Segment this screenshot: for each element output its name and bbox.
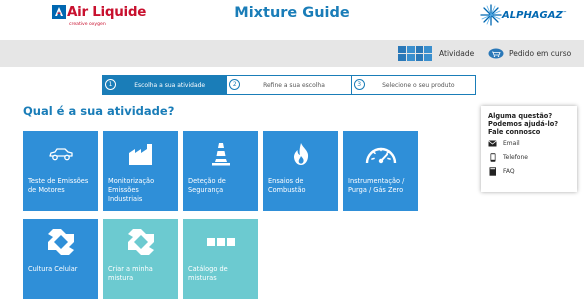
cell-culture-icon: [47, 229, 74, 255]
faq-icon: [489, 166, 496, 176]
flame-icon: [293, 143, 308, 165]
header: Air Liquide creative oxygen Mixture Guid…: [0, 0, 584, 40]
catalog-icon: [206, 238, 235, 246]
help-phone-label: Telefone: [503, 153, 528, 161]
envelope-icon: [488, 139, 497, 146]
alphagaz-burst-icon: [480, 4, 502, 26]
order-in-progress-button[interactable]: Pedido em curso: [488, 40, 571, 67]
step-choose-activity[interactable]: 1 Escolha a sua atividade: [103, 76, 227, 94]
step-number: 2: [229, 79, 241, 90]
phone-icon: [490, 152, 495, 162]
step-refine-choice[interactable]: 2 Refine a sua escolha: [226, 76, 350, 94]
traffic-cone-icon: [211, 143, 230, 166]
tile-label: Criar a minha mistura: [108, 265, 153, 282]
help-title: Alguma questão? Podemos ajudá-lo? Fale c…: [488, 112, 559, 136]
help-phone-link[interactable]: Telefone: [488, 150, 570, 164]
tile-create-my-mixture[interactable]: Criar a minha mistura: [103, 219, 178, 299]
step-number: 3: [353, 79, 365, 90]
tile-label: Cultura Celular: [28, 265, 78, 273]
tile-industrial-emissions[interactable]: Monitorização Emissões Industriais: [103, 131, 178, 211]
tile-instrumentation[interactable]: Instrumentação / Purga / Gás Zero: [343, 131, 418, 211]
car-icon: [48, 148, 73, 161]
alphagaz-logo-text: ALPHAGAZ™: [502, 10, 567, 21]
activity-label: Atividade: [439, 49, 475, 58]
tile-label: Ensaios de Combustão: [268, 177, 306, 194]
alphagaz-name: ALPHAGAZ: [502, 10, 563, 21]
cart-icon: [488, 48, 504, 59]
tile-combustion-testing[interactable]: Ensaios de Combustão: [263, 131, 338, 211]
section-title: Qual é a sua atividade?: [23, 104, 175, 118]
tile-label: Deteção de Segurança: [188, 177, 226, 194]
step-label: Refine a sua escolha: [263, 81, 325, 89]
step-label: Selecione o seu produto: [382, 81, 455, 89]
tile-label: Monitorização Emissões Industriais: [108, 177, 155, 203]
help-email-label: Email: [503, 139, 520, 147]
alphagaz-logo: ALPHAGAZ™: [480, 4, 570, 30]
tile-engine-emissions[interactable]: Teste de Emissões de Motores: [23, 131, 98, 211]
step-label: Escolha a sua atividade: [134, 81, 206, 89]
progress-steps: 1 Escolha a sua atividade 2 Refine a sua…: [102, 75, 476, 95]
help-faq-link[interactable]: FAQ: [488, 164, 570, 178]
custom-mixture-icon: [127, 229, 154, 255]
trademark-symbol: ™: [562, 10, 567, 15]
tile-cell-culture[interactable]: Cultura Celular: [23, 219, 98, 299]
tile-label: Instrumentação / Purga / Gás Zero: [348, 177, 405, 194]
activity-grid-icon: [398, 46, 432, 61]
factory-icon: [128, 144, 152, 165]
gauge-icon: [365, 147, 396, 164]
step-number: 1: [105, 79, 116, 90]
top-bar: Atividade Pedido em curso: [0, 40, 584, 67]
help-email-link[interactable]: Email: [488, 136, 570, 150]
tile-mixture-catalog[interactable]: Catálogo de misturas: [183, 219, 258, 299]
help-faq-label: FAQ: [503, 167, 515, 175]
help-box: Alguma questão? Podemos ajudá-lo? Fale c…: [481, 106, 577, 192]
activity-button[interactable]: Atividade: [398, 40, 474, 67]
tile-safety-detection[interactable]: Deteção de Segurança: [183, 131, 258, 211]
order-label: Pedido em curso: [509, 49, 572, 58]
tile-label: Teste de Emissões de Motores: [28, 177, 89, 194]
air-liquide-tagline: creative oxygen: [69, 22, 106, 27]
step-select-product[interactable]: 3 Selecione o seu produto: [350, 76, 475, 94]
tile-label: Catálogo de misturas: [188, 265, 228, 282]
